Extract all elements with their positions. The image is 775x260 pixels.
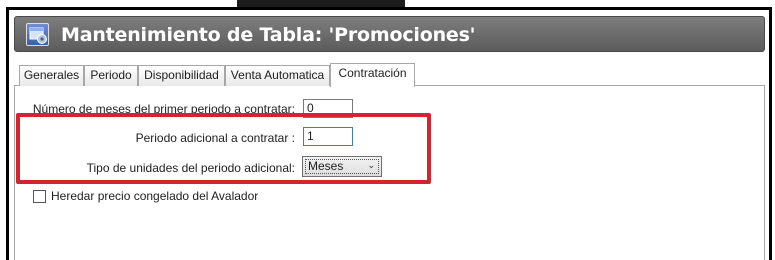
tab-venta-automatica[interactable]: Venta Automatica: [225, 65, 330, 86]
tab-contratacion[interactable]: Contratación: [330, 63, 415, 87]
tab-disponibilidad[interactable]: Disponibilidad: [138, 65, 225, 86]
settings-window-icon: [26, 23, 49, 46]
tab-bar: Generales Periodo Disponibilidad Venta A…: [14, 63, 765, 87]
inherit-price-checkbox[interactable]: [33, 190, 46, 203]
window-title: Mantenimiento de Tabla: 'Promociones': [61, 24, 476, 46]
tab-generales[interactable]: Generales: [19, 65, 84, 86]
tab-label: Generales: [23, 68, 80, 82]
tab-label: Periodo: [90, 68, 132, 82]
title-bar: Mantenimiento de Tabla: 'Promociones': [14, 16, 765, 52]
tab-label: Venta Automatica: [230, 68, 325, 82]
highlight-box: [16, 113, 431, 184]
tab-label: Contratación: [338, 66, 407, 80]
inherit-price-label: Heredar precio congelado del Avalador: [51, 189, 259, 203]
tab-periodo[interactable]: Periodo: [84, 65, 138, 86]
tab-label: Disponibilidad: [144, 68, 219, 82]
